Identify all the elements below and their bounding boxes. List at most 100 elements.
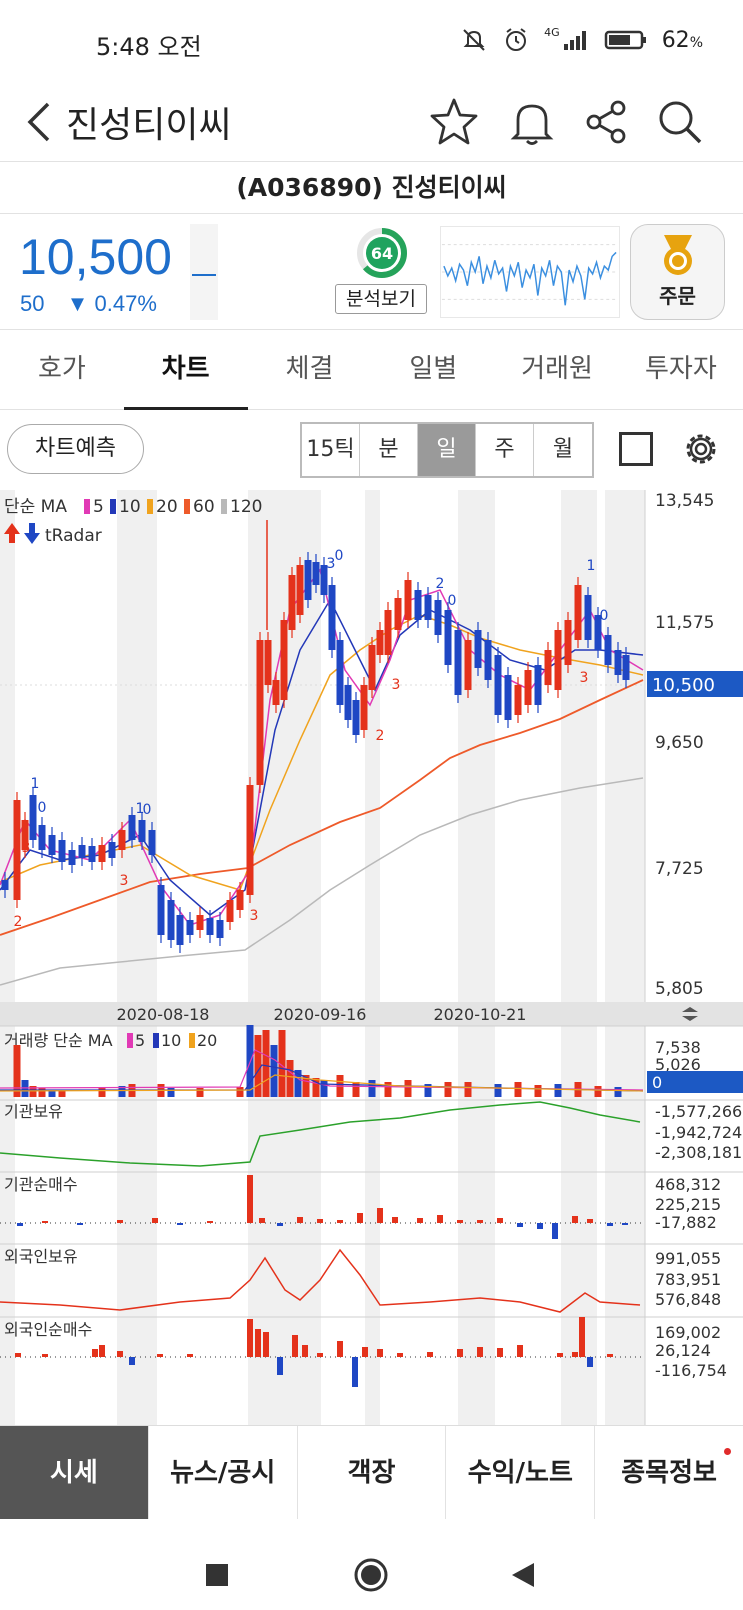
mini-candle: [190, 224, 218, 320]
inst-holdings-axis-label: -2,308,181: [655, 1143, 742, 1162]
tab-chart[interactable]: 차트: [123, 330, 248, 410]
star-icon[interactable]: [426, 94, 482, 150]
tradar-signal-label: 3: [392, 677, 401, 693]
tradar-signal-label: 0: [143, 802, 152, 818]
share-icon[interactable]: [578, 94, 634, 150]
candle-body: [128, 815, 136, 840]
back-arrow-icon[interactable]: [20, 96, 60, 148]
inst-netbuy-bar: [437, 1215, 443, 1223]
candle-body: [304, 560, 312, 600]
candle-body: [226, 900, 234, 922]
ma-legend-label: 120: [230, 497, 262, 517]
period-month[interactable]: 월: [534, 424, 592, 476]
foreign-netbuy-bar: [607, 1354, 613, 1357]
candle-body: [564, 620, 572, 665]
stock-chart[interactable]: 단순 MA 5 10 20 60 120tRadar13,54511,5759,6507,…: [0, 490, 743, 1425]
bell-icon[interactable]: [504, 94, 560, 150]
tradar-signal-label: 2: [376, 728, 385, 744]
period-day[interactable]: 일: [418, 424, 476, 476]
candle-body: [534, 665, 542, 705]
candle-body: [336, 640, 344, 705]
inst-netbuy-bar: [417, 1218, 423, 1223]
foreign-netbuy-bar: [362, 1347, 368, 1357]
inst-netbuy-bar: [277, 1223, 283, 1226]
bottom-tab-quote[interactable]: 시세: [0, 1426, 149, 1519]
ma5-line: [0, 568, 644, 926]
foreign-netbuy-title: 외국인순매수: [4, 1320, 92, 1339]
price-axis-label: 5,805: [655, 979, 704, 999]
volume-bar: [196, 1088, 204, 1097]
volume-zero-label: 0: [652, 1073, 662, 1092]
sparkline: [440, 226, 620, 318]
candle-body: [494, 655, 502, 715]
inst-netbuy-bar: [622, 1223, 628, 1225]
inst-netbuy-axis-label: -17,882: [655, 1213, 717, 1232]
analysis-button[interactable]: 분석보기: [335, 284, 427, 314]
price-panel: 10,500 50 ▼ 0.47% 64 분석보기 주문: [0, 214, 743, 330]
gear-icon[interactable]: [680, 428, 722, 470]
volume-bar: [236, 1087, 244, 1097]
candle-body: [13, 800, 21, 900]
candle-body: [464, 640, 472, 690]
foreign-holdings-title: 외국인보유: [4, 1247, 78, 1266]
tab-orderbook[interactable]: 호가: [0, 330, 124, 409]
period-15tick[interactable]: 15틱: [302, 424, 360, 476]
candle-body: [376, 630, 384, 655]
chart-predict-button[interactable]: 차트예측: [7, 424, 144, 474]
chart-area[interactable]: 단순 MA 5 10 20 60 120 tRadar 13,545 11,575 9,650 7,…: [0, 490, 743, 1425]
candle-body: [138, 820, 146, 842]
inst-netbuy-bar: [337, 1220, 343, 1223]
bottom-tab-news[interactable]: 뉴스/공시: [149, 1426, 298, 1519]
ma-legend-prefix: 단순 MA: [4, 497, 67, 517]
tab-trades[interactable]: 체결: [248, 330, 372, 409]
inst-netbuy-bar: [477, 1220, 483, 1223]
score-ring[interactable]: 64: [355, 226, 409, 280]
volume-bar: [614, 1087, 622, 1097]
volume-bar: [13, 1045, 21, 1097]
candle-body: [196, 915, 204, 930]
system-nav-bar: [0, 1519, 743, 1610]
change-amount: 50: [20, 291, 45, 316]
foreign-netbuy-axis-label: -116,754: [655, 1361, 727, 1380]
tradar-label: tRadar: [45, 526, 102, 546]
home-circle-icon[interactable]: [353, 1557, 389, 1593]
tab-daily[interactable]: 일별: [371, 330, 495, 409]
candle-body: [216, 920, 224, 938]
back-triangle-icon[interactable]: [510, 1561, 536, 1589]
search-icon[interactable]: [652, 94, 708, 150]
bottom-tab-notes[interactable]: 수익/노트: [446, 1426, 596, 1519]
network-label: 4G: [544, 25, 560, 39]
order-button[interactable]: 주문: [630, 224, 725, 320]
period-selector: 15틱 분 일 주 월: [300, 422, 594, 478]
page-title: 진성티이씨: [66, 105, 232, 146]
volume-bar: [38, 1088, 46, 1097]
candle-body: [622, 655, 630, 680]
inst-netbuy-bar: [77, 1223, 83, 1225]
candle-body: [157, 885, 165, 935]
battery-unit: %: [689, 34, 703, 51]
tab-brokers[interactable]: 거래원: [495, 330, 619, 409]
fullscreen-square-icon[interactable]: [619, 432, 653, 466]
chart-band: [117, 490, 157, 1425]
period-week[interactable]: 주: [476, 424, 534, 476]
candle-body: [574, 585, 582, 640]
stock-code-bar: (A036890) 진성티이씨: [0, 162, 743, 214]
tradar-signal-label: 0: [335, 548, 344, 564]
candle-body: [484, 640, 492, 680]
bottom-tab-info[interactable]: 종목정보: [595, 1426, 743, 1519]
period-minute[interactable]: 분: [360, 424, 418, 476]
recents-square-icon[interactable]: [205, 1563, 229, 1587]
foreign-netbuy-bar: [337, 1341, 343, 1357]
candle-body: [384, 610, 392, 655]
tradar-signal-label: 1: [31, 776, 40, 792]
tab-investors[interactable]: 투자자: [619, 330, 743, 409]
tradar-signal-label: 0: [600, 608, 609, 624]
candle-body: [98, 845, 106, 862]
foreign-netbuy-bar: [247, 1319, 253, 1357]
candle-body: [614, 650, 622, 675]
ma-legend-swatch: [84, 499, 90, 514]
chart-band: [0, 490, 15, 1425]
date-axis-strip: [0, 1002, 743, 1026]
bottom-tab-lounge[interactable]: 객장: [298, 1426, 447, 1519]
foreign-netbuy-bar: [572, 1352, 578, 1357]
